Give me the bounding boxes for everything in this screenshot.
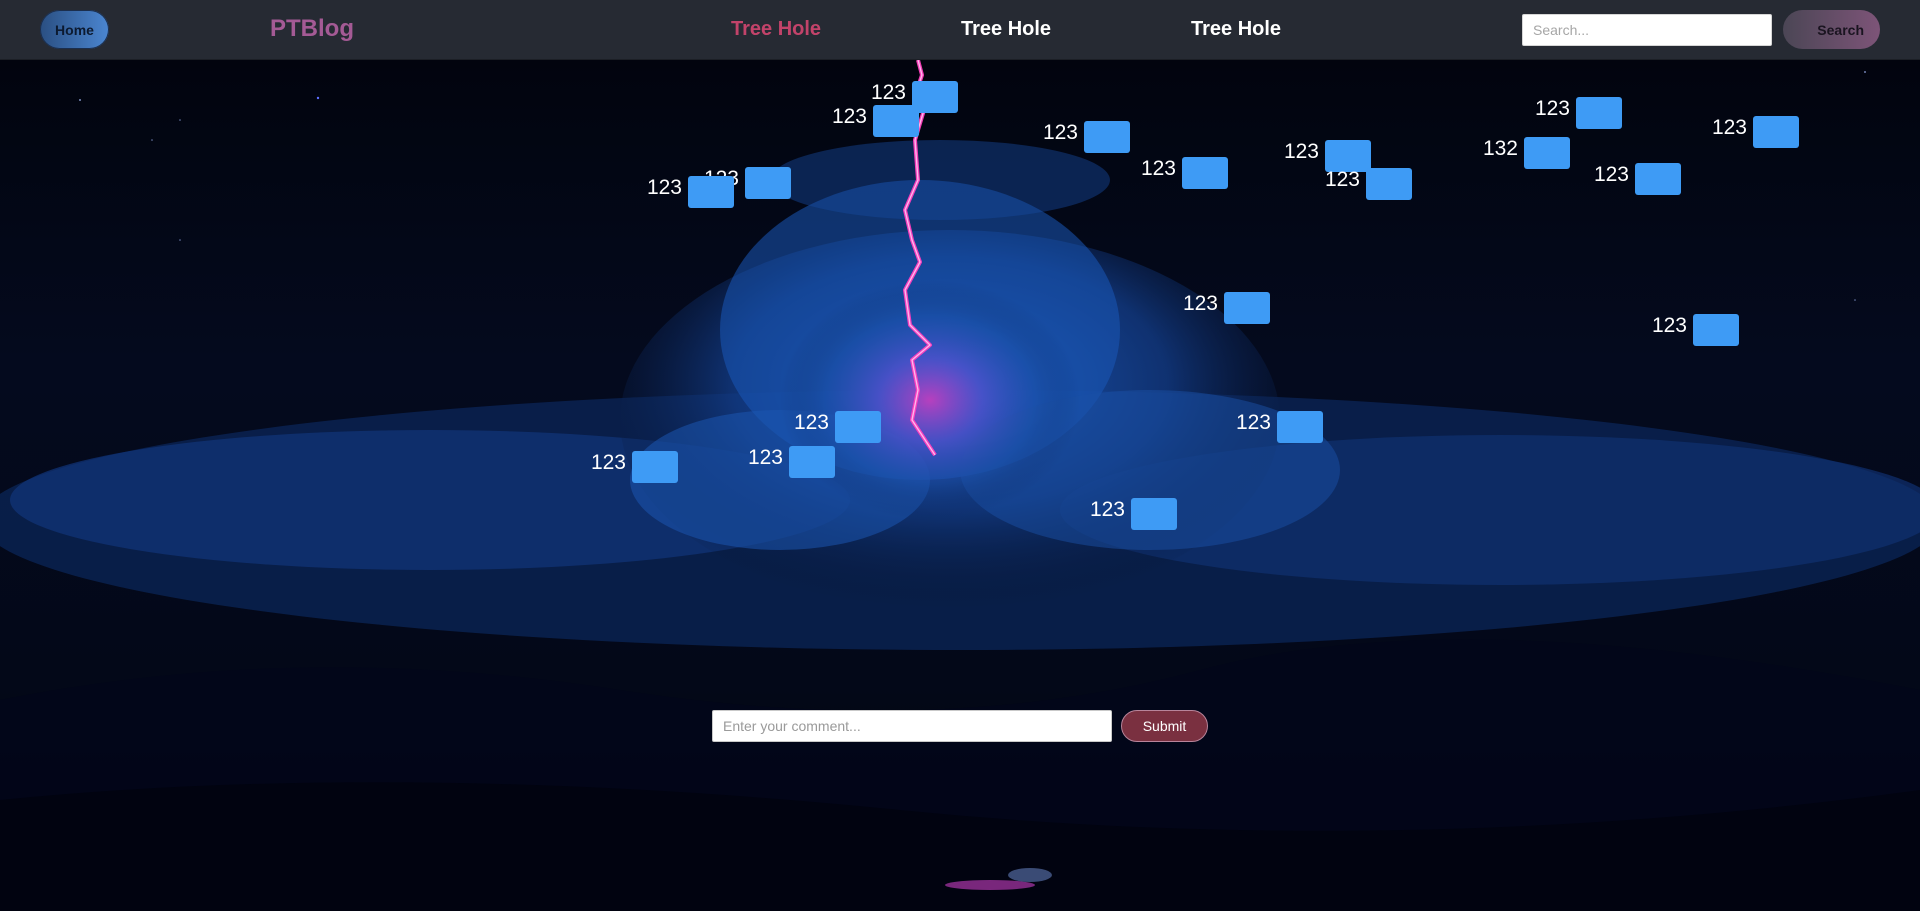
note-box[interactable]: [688, 176, 734, 208]
note-item: 123: [1043, 121, 1130, 153]
note-label: 123: [1593, 163, 1629, 186]
comment-input[interactable]: [712, 710, 1112, 742]
note-box[interactable]: [789, 446, 835, 478]
note-label: 123: [1534, 97, 1570, 120]
note-label: 123: [1324, 168, 1360, 191]
note-box[interactable]: [1635, 163, 1681, 195]
note-item: 123: [748, 446, 835, 478]
note-box[interactable]: [1366, 168, 1412, 200]
note-box[interactable]: [835, 411, 881, 443]
note-label: 123: [1042, 121, 1078, 144]
note-item: 123: [647, 176, 734, 208]
nav-link-tree-hole-1[interactable]: Tree Hole: [731, 18, 821, 41]
note-label: 123: [831, 105, 867, 128]
note-label: 123: [590, 451, 626, 474]
note-item: 123: [832, 105, 919, 137]
note-item: 123: [1183, 292, 1270, 324]
submit-button[interactable]: Submit: [1121, 710, 1208, 742]
note-item: 123: [1535, 97, 1622, 129]
note-label: 123: [1651, 314, 1687, 337]
note-label: 123: [1711, 116, 1747, 139]
note-item: 123: [1090, 498, 1177, 530]
note-item: 123: [1141, 157, 1228, 189]
note-label: 123: [793, 411, 829, 434]
note-item: 132: [1483, 137, 1570, 169]
storm-cloud-illustration: [0, 0, 1920, 911]
note-item: 123: [591, 451, 678, 483]
note-label: 123: [1283, 140, 1319, 163]
note-item: 123: [794, 411, 881, 443]
note-item: 123: [1652, 314, 1739, 346]
note-label: 123: [870, 81, 906, 104]
note-box[interactable]: [1182, 157, 1228, 189]
note-item: 123: [1236, 411, 1323, 443]
note-item: 123: [1712, 116, 1799, 148]
home-button[interactable]: Home: [40, 10, 109, 49]
note-box[interactable]: [1524, 137, 1570, 169]
note-box[interactable]: [873, 105, 919, 137]
note-label: 132: [1482, 137, 1518, 160]
search-button[interactable]: Search: [1783, 10, 1880, 49]
note-label: 123: [646, 176, 682, 199]
note-item: 123: [1325, 168, 1412, 200]
note-label: 123: [1235, 411, 1271, 434]
note-box[interactable]: [632, 451, 678, 483]
note-box[interactable]: [745, 167, 791, 199]
note-label: 123: [1089, 498, 1125, 521]
note-box[interactable]: [1576, 97, 1622, 129]
search-input[interactable]: [1522, 14, 1772, 46]
storm-background: [0, 0, 1920, 911]
note-box[interactable]: [1131, 498, 1177, 530]
note-label: 123: [747, 446, 783, 469]
note-item: 123: [704, 167, 791, 199]
note-label: 123: [1182, 292, 1218, 315]
note-box[interactable]: [1753, 116, 1799, 148]
note-item: 123: [1594, 163, 1681, 195]
note-box[interactable]: [1277, 411, 1323, 443]
nav-link-tree-hole-3[interactable]: Tree Hole: [1191, 18, 1281, 41]
note-box[interactable]: [1224, 292, 1270, 324]
top-navbar: Home PTBlog Tree Hole Tree Hole Tree Hol…: [0, 0, 1920, 60]
note-label: 123: [1140, 157, 1176, 180]
nav-link-tree-hole-2[interactable]: Tree Hole: [961, 18, 1051, 41]
brand-logo-text[interactable]: PTBlog: [270, 15, 354, 43]
note-box[interactable]: [1693, 314, 1739, 346]
note-box[interactable]: [1084, 121, 1130, 153]
